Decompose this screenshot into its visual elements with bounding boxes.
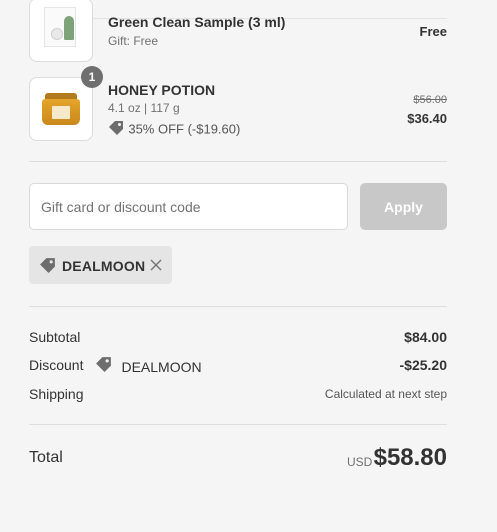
quantity-badge: 1: [81, 66, 103, 88]
list-item: Green Clean Sample (3 ml) Gift: Free Fre…: [29, 0, 447, 64]
product-thumbnail: [29, 77, 93, 141]
order-summary: Green Clean Sample (3 ml) Gift: Free Fre…: [0, 0, 497, 532]
product-discount-text: 35% OFF (-$19.60): [128, 121, 241, 137]
discount-code-input[interactable]: [29, 183, 348, 230]
product-thumbnail: [29, 0, 93, 62]
list-item: 1 HONEY POTION 4.1 oz | 117 g 35% OFF (-…: [29, 66, 447, 141]
sample-product-icon: [44, 7, 76, 47]
honey-jar-icon: [40, 93, 82, 127]
applied-discount-chip: DEALMOON: [29, 246, 172, 284]
shipping-value: Calculated at next step: [324, 387, 447, 401]
apply-button[interactable]: Apply: [360, 183, 447, 230]
tag-icon: [39, 257, 57, 278]
subtotal-row: Subtotal $84.00: [29, 329, 447, 349]
subtotal-value: $84.00: [404, 329, 447, 345]
discount-label: Discount: [29, 357, 84, 373]
tag-icon: [95, 356, 113, 377]
discount-code: DEALMOON: [121, 358, 202, 375]
subtotal-label: Subtotal: [29, 329, 81, 345]
section-divider: [29, 306, 447, 307]
shipping-row: Shipping Calculated at next step: [29, 386, 447, 406]
product-subtitle: 4.1 oz | 117 g: [108, 101, 180, 115]
total-label: Total: [29, 449, 63, 466]
product-discount: 35% OFF (-$19.60): [108, 120, 240, 138]
product-subtitle: Gift: Free: [108, 34, 159, 48]
tag-icon: [108, 120, 125, 138]
close-icon[interactable]: [149, 258, 163, 272]
discount-row: Discount DEALMOON -$25.20: [29, 357, 447, 377]
section-divider: [29, 424, 447, 425]
product-name: HONEY POTION: [108, 82, 216, 98]
product-price: Free: [419, 24, 447, 39]
section-divider: [29, 161, 447, 162]
product-price: $36.40: [407, 111, 447, 126]
shipping-label: Shipping: [29, 386, 84, 402]
discount-code-inline: DEALMOON: [95, 356, 202, 377]
discount-code-label: DEALMOON: [62, 258, 146, 274]
original-price: $56.00: [413, 94, 447, 106]
total-currency: USD: [347, 455, 373, 469]
discount-value: -$25.20: [399, 357, 447, 373]
total-amount: $58.80: [373, 444, 447, 471]
product-name: Green Clean Sample (3 ml): [108, 14, 286, 30]
